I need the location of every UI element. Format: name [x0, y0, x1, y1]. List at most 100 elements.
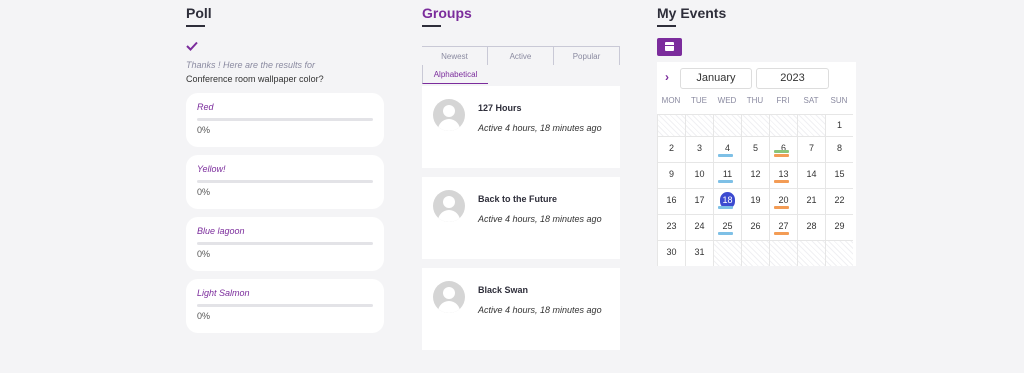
- group-card[interactable]: Back to the Future Active 4 hours, 18 min…: [422, 177, 620, 259]
- calendar-day[interactable]: 17: [685, 188, 713, 214]
- calendar-day-number: 14: [806, 169, 817, 179]
- event-marker[interactable]: [718, 206, 733, 209]
- poll-option-percent: 0%: [197, 311, 211, 321]
- calendar-day[interactable]: 31: [685, 240, 713, 266]
- poll-option-percent: 0%: [197, 125, 211, 135]
- poll-option-label: Yellow!: [197, 164, 226, 174]
- calendar-day[interactable]: 13: [769, 162, 797, 188]
- event-marker[interactable]: [774, 232, 789, 235]
- month-select[interactable]: January: [680, 68, 752, 89]
- calendar-empty-cell: [741, 240, 769, 266]
- group-name[interactable]: Back to the Future: [478, 194, 557, 204]
- poll-option-card: Yellow! 0%: [186, 155, 384, 209]
- poll-option-percent: 0%: [197, 249, 211, 259]
- calendar-day[interactable]: 9: [657, 162, 685, 188]
- tab-popular[interactable]: Popular: [554, 46, 620, 65]
- calendar-day[interactable]: 23: [657, 214, 685, 240]
- calendar-day-number: 8: [836, 143, 842, 153]
- events-title: My Events: [657, 5, 727, 21]
- groups-title: Groups: [422, 5, 472, 21]
- calendar-day-number: 29: [834, 221, 845, 231]
- calendar-day[interactable]: 19: [741, 188, 769, 214]
- poll-option-label: Light Salmon: [197, 288, 250, 298]
- calendar-day[interactable]: 25: [713, 214, 741, 240]
- calendar-day[interactable]: 2: [657, 136, 685, 162]
- calendar-day[interactable]: 4: [713, 136, 741, 162]
- calendar-day[interactable]: 7: [797, 136, 825, 162]
- calendar-day[interactable]: 22: [825, 188, 853, 214]
- calendar-empty-cell: [825, 240, 853, 266]
- event-marker[interactable]: [718, 154, 733, 157]
- calendar-day[interactable]: 16: [657, 188, 685, 214]
- calendar-day-number: 17: [694, 195, 705, 205]
- group-name[interactable]: Black Swan: [478, 285, 528, 295]
- event-marker[interactable]: [774, 154, 789, 157]
- poll-option-bar: [197, 304, 373, 307]
- weekday-label: SAT: [803, 96, 819, 105]
- weekday-label: SUN: [830, 96, 848, 105]
- groups-tabs: Newest Active Popular Alphabetical: [422, 46, 620, 86]
- event-marker[interactable]: [718, 232, 733, 235]
- calendar-day[interactable]: 15: [825, 162, 853, 188]
- avatar: [433, 190, 465, 222]
- calendar-day[interactable]: 20: [769, 188, 797, 214]
- calendar-header: › January 2023: [657, 67, 856, 89]
- groups-widget: Groups Newest Active Popular Alphabetica…: [422, 0, 620, 350]
- poll-thanks-text: Thanks ! Here are the results for: [186, 60, 316, 70]
- calendar-view-button[interactable]: [657, 38, 682, 56]
- poll-option-card: Red 0%: [186, 93, 384, 147]
- calendar-day[interactable]: 3: [685, 136, 713, 162]
- calendar-day[interactable]: 28: [797, 214, 825, 240]
- event-marker[interactable]: [774, 150, 789, 153]
- calendar-day-number: 12: [750, 169, 761, 179]
- weekday-label: MON: [661, 96, 681, 105]
- calendar-day-number: 19: [750, 195, 761, 205]
- calendar-day-number: 30: [666, 247, 677, 257]
- calendar-empty-cell: [797, 114, 825, 136]
- calendar-day[interactable]: 24: [685, 214, 713, 240]
- group-activity: Active 4 hours, 18 minutes ago: [478, 305, 602, 315]
- tab-alphabetical[interactable]: Alphabetical: [422, 65, 488, 84]
- events-widget: My Events › January 2023 MON TUE WED THU FRI…: [657, 0, 856, 266]
- calendar-day-number: 22: [834, 195, 845, 205]
- calendar: › January 2023 MON TUE WED THU FRI SAT SUN 123…: [657, 62, 856, 266]
- calendar-day[interactable]: 18: [713, 188, 741, 214]
- calendar-day[interactable]: 6: [769, 136, 797, 162]
- poll-title: Poll: [186, 5, 212, 21]
- weekday-row: MON TUE WED THU FRI SAT SUN: [657, 96, 856, 110]
- calendar-day[interactable]: 26: [741, 214, 769, 240]
- calendar-day[interactable]: 30: [657, 240, 685, 266]
- event-marker[interactable]: [774, 180, 789, 183]
- group-card[interactable]: 127 Hours Active 4 hours, 18 minutes ago: [422, 86, 620, 168]
- group-activity: Active 4 hours, 18 minutes ago: [478, 123, 602, 133]
- poll-option-card: Light Salmon 0%: [186, 279, 384, 333]
- chevron-right-icon[interactable]: ›: [665, 70, 669, 84]
- calendar-day[interactable]: 27: [769, 214, 797, 240]
- calendar-day[interactable]: 21: [797, 188, 825, 214]
- calendar-day[interactable]: 12: [741, 162, 769, 188]
- weekday-label: FRI: [776, 96, 790, 105]
- calendar-day-number: 23: [666, 221, 677, 231]
- year-select[interactable]: 2023: [756, 68, 829, 89]
- event-marker[interactable]: [718, 180, 733, 183]
- calendar-day-number: 15: [834, 169, 845, 179]
- group-name[interactable]: 127 Hours: [478, 103, 522, 113]
- poll-question: Conference room wallpaper color?: [186, 74, 324, 84]
- tab-active[interactable]: Active: [488, 46, 554, 65]
- event-marker[interactable]: [774, 206, 789, 209]
- calendar-day[interactable]: 29: [825, 214, 853, 240]
- calendar-day[interactable]: 8: [825, 136, 853, 162]
- calendar-day[interactable]: 14: [797, 162, 825, 188]
- calendar-day[interactable]: 5: [741, 136, 769, 162]
- calendar-day-number: 1: [836, 120, 842, 130]
- calendar-day-number: 7: [808, 143, 814, 153]
- tab-newest[interactable]: Newest: [422, 46, 488, 65]
- calendar-day[interactable]: 1: [825, 114, 853, 136]
- group-card[interactable]: Black Swan Active 4 hours, 18 minutes ago: [422, 268, 620, 350]
- calendar-icon: [665, 42, 674, 51]
- poll-widget: Poll Thanks ! Here are the results for C…: [186, 0, 386, 333]
- calendar-day-number: 10: [694, 169, 705, 179]
- calendar-empty-cell: [741, 114, 769, 136]
- calendar-day[interactable]: 11: [713, 162, 741, 188]
- calendar-day[interactable]: 10: [685, 162, 713, 188]
